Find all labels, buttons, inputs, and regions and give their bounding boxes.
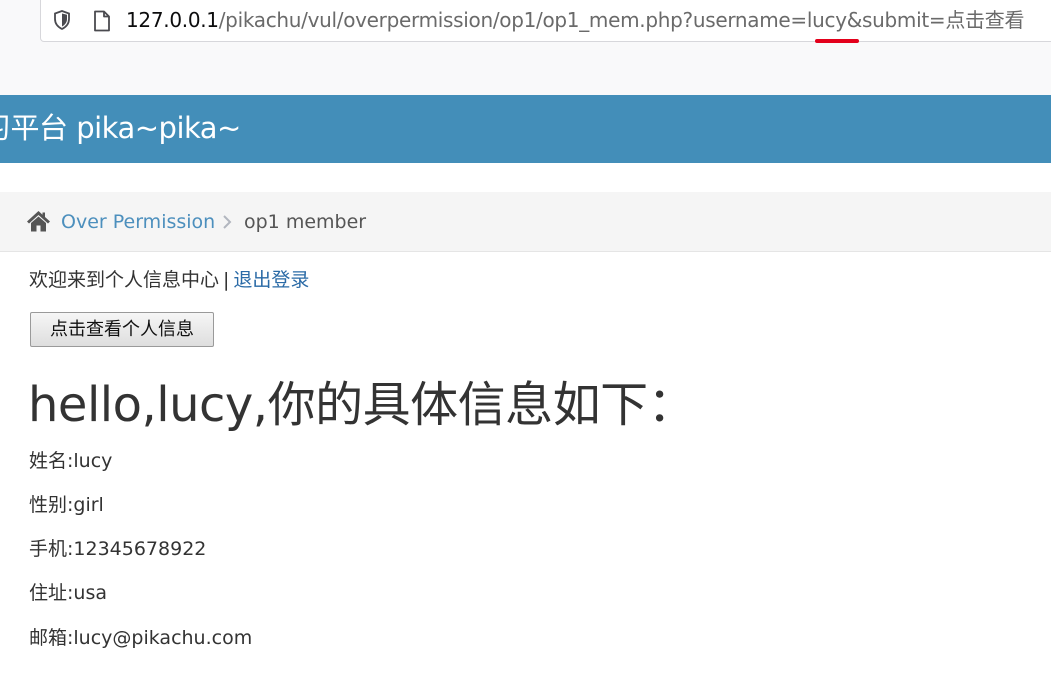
home-icon — [27, 211, 50, 232]
welcome-line: 欢迎来到个人信息中心 | 退出登录 — [29, 266, 309, 294]
shield-icon[interactable] — [53, 10, 71, 30]
welcome-divider: | — [223, 269, 230, 291]
url-parameter-highlight — [815, 39, 859, 43]
profile-address: 住址:usa — [29, 582, 107, 604]
site-header: 习平台 pika~pika~ — [0, 95, 1051, 163]
url-host: 127.0.0.1 — [126, 8, 219, 32]
breadcrumb: Over Permission op1 member — [0, 192, 1051, 252]
url-path: /pikachu/vul/overpermission/op1/op1_mem.… — [218, 8, 1025, 32]
logout-link[interactable]: 退出登录 — [233, 269, 309, 291]
welcome-text: 欢迎来到个人信息中心 — [29, 269, 220, 291]
address-bar[interactable]: 127.0.0.1/pikachu/vul/overpermission/op1… — [40, 0, 1051, 42]
breadcrumb-current: op1 member — [244, 211, 367, 233]
site-title: 习平台 pika~pika~ — [0, 111, 241, 145]
page-icon[interactable] — [93, 10, 111, 32]
profile-heading: hello,lucy,你的具体信息如下： — [28, 377, 696, 433]
breadcrumb-link-over-permission[interactable]: Over Permission — [61, 209, 215, 235]
profile-phone: 手机:12345678922 — [29, 538, 207, 560]
profile-gender: 性别:girl — [29, 494, 104, 516]
chevron-right-icon — [223, 215, 232, 229]
profile-email: 邮箱:lucy@pikachu.com — [29, 627, 253, 649]
view-profile-button[interactable]: 点击查看个人信息 — [30, 312, 214, 347]
profile-name: 姓名:lucy — [29, 450, 113, 472]
url-text[interactable]: 127.0.0.1/pikachu/vul/overpermission/op1… — [126, 6, 1024, 34]
browser-toolbar: 127.0.0.1/pikachu/vul/overpermission/op1… — [0, 0, 1051, 95]
